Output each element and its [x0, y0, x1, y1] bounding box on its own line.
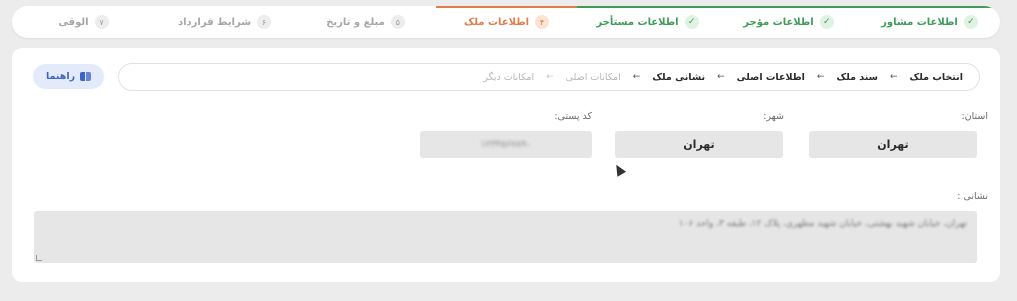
step-property-info[interactable]: ۴ اطلاعات ملک [436, 6, 577, 38]
address-textarea[interactable]: تهران، خیابان شهید بهشتی، خیابان شهید مط… [34, 211, 977, 263]
step-number: ۶ [257, 15, 272, 29]
help-button[interactable]: راهنما [33, 64, 104, 89]
breadcrumb-other-amenities[interactable]: امکانات دیگر [483, 72, 534, 83]
city-field[interactable]: تهران [615, 131, 783, 158]
step-appendix[interactable]: ۷ الوقی [13, 6, 154, 38]
arrow-left-icon: ← [816, 72, 825, 82]
check-icon: ✓ [819, 15, 834, 29]
province-field[interactable]: تهران [809, 131, 977, 158]
breadcrumb-property-address[interactable]: نشانی ملک [652, 72, 705, 83]
step-contract-terms[interactable]: ۶ شرایط قرارداد [154, 6, 295, 38]
arrow-left-icon: ← [546, 72, 554, 82]
province-label: استان: [961, 111, 988, 122]
postal-code-field[interactable]: ۱۲۳۴۵۶۷۸۹۰ [420, 131, 592, 158]
postal-code-value: ۱۲۳۴۵۶۷۸۹۰ [480, 139, 532, 150]
check-icon: ✓ [684, 15, 699, 29]
breadcrumb-property-deed[interactable]: سند ملک [836, 72, 878, 83]
step-number: ۴ [535, 15, 550, 29]
step-landlord-info[interactable]: ✓ اطلاعات مؤجر [718, 6, 859, 38]
breadcrumb-select-property[interactable]: انتخاب ملک [910, 72, 963, 83]
arrow-left-icon: ← [889, 72, 898, 82]
step-amount-date[interactable]: ۵ مبلغ و تاریخ [295, 6, 436, 38]
arrow-left-icon: ← [632, 72, 641, 82]
book-icon [80, 72, 92, 81]
step-advisor-info[interactable]: ✓ اطلاعات مشاور [859, 6, 1000, 38]
check-icon: ✓ [963, 15, 978, 29]
step-number: ۵ [390, 15, 405, 29]
step-label: اطلاعات مشاور [881, 16, 958, 28]
city-label: شهر: [763, 111, 784, 122]
step-label: اطلاعات ملک [463, 16, 530, 28]
address-label: نشانی : [957, 191, 988, 202]
resize-handle[interactable] [36, 255, 42, 261]
city-value: تهران [683, 138, 715, 151]
breadcrumb-main-info[interactable]: اطلاعات اصلی [737, 72, 805, 83]
help-label: راهنما [45, 71, 76, 82]
progress-stepper: ✓ اطلاعات مشاور ✓ اطلاعات مؤجر ✓ اطلاعات… [12, 6, 1000, 38]
province-value: تهران [877, 138, 909, 151]
step-number: ۷ [94, 15, 109, 29]
step-label: اطلاعات مؤجر [743, 16, 814, 28]
step-tenant-info[interactable]: ✓ اطلاعات مستأجر [577, 6, 718, 38]
step-label: شرایط قرارداد [177, 16, 252, 28]
step-label: الوقی [58, 16, 89, 28]
property-address-card: راهنما انتخاب ملک ← سند ملک ← اطلاعات اص… [12, 48, 1000, 282]
postal-code-label: کد پستی: [554, 111, 592, 122]
breadcrumb: انتخاب ملک ← سند ملک ← اطلاعات اصلی ← نش… [118, 63, 980, 91]
breadcrumb-main-amenities[interactable]: امکانات اصلی [566, 72, 621, 83]
step-label: مبلغ و تاریخ [326, 16, 385, 28]
step-label: اطلاعات مستأجر [596, 16, 679, 28]
address-value: تهران، خیابان شهید بهشتی، خیابان شهید مط… [678, 219, 967, 229]
arrow-left-icon: ← [717, 72, 725, 82]
